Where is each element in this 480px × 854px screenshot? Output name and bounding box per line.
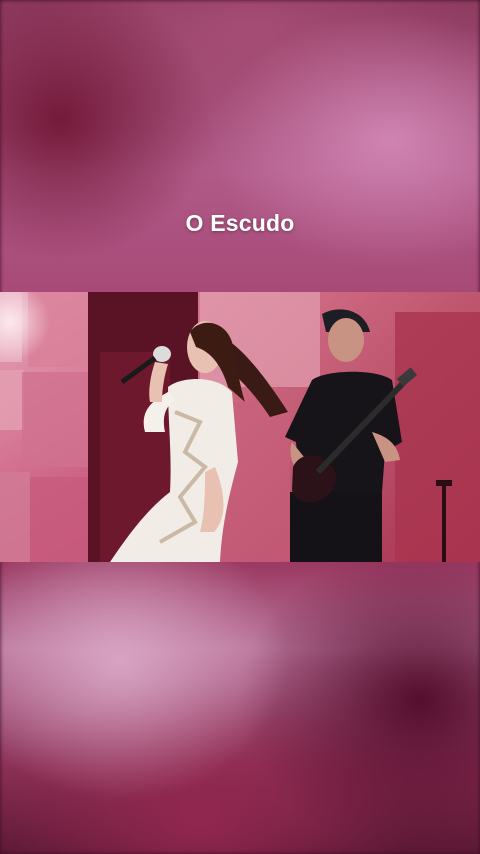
stone-block xyxy=(22,372,98,467)
video-frame[interactable] xyxy=(0,292,480,562)
mic-stand xyxy=(442,482,446,562)
stone-block xyxy=(0,472,30,562)
guitarist-pants xyxy=(290,492,382,562)
mic-stand xyxy=(436,480,452,486)
story-title: O Escudo xyxy=(185,210,295,236)
story-screen[interactable]: O Escudo xyxy=(0,0,480,854)
stone-block xyxy=(395,312,480,562)
stone-block xyxy=(0,370,24,430)
concert-scene xyxy=(0,292,480,562)
